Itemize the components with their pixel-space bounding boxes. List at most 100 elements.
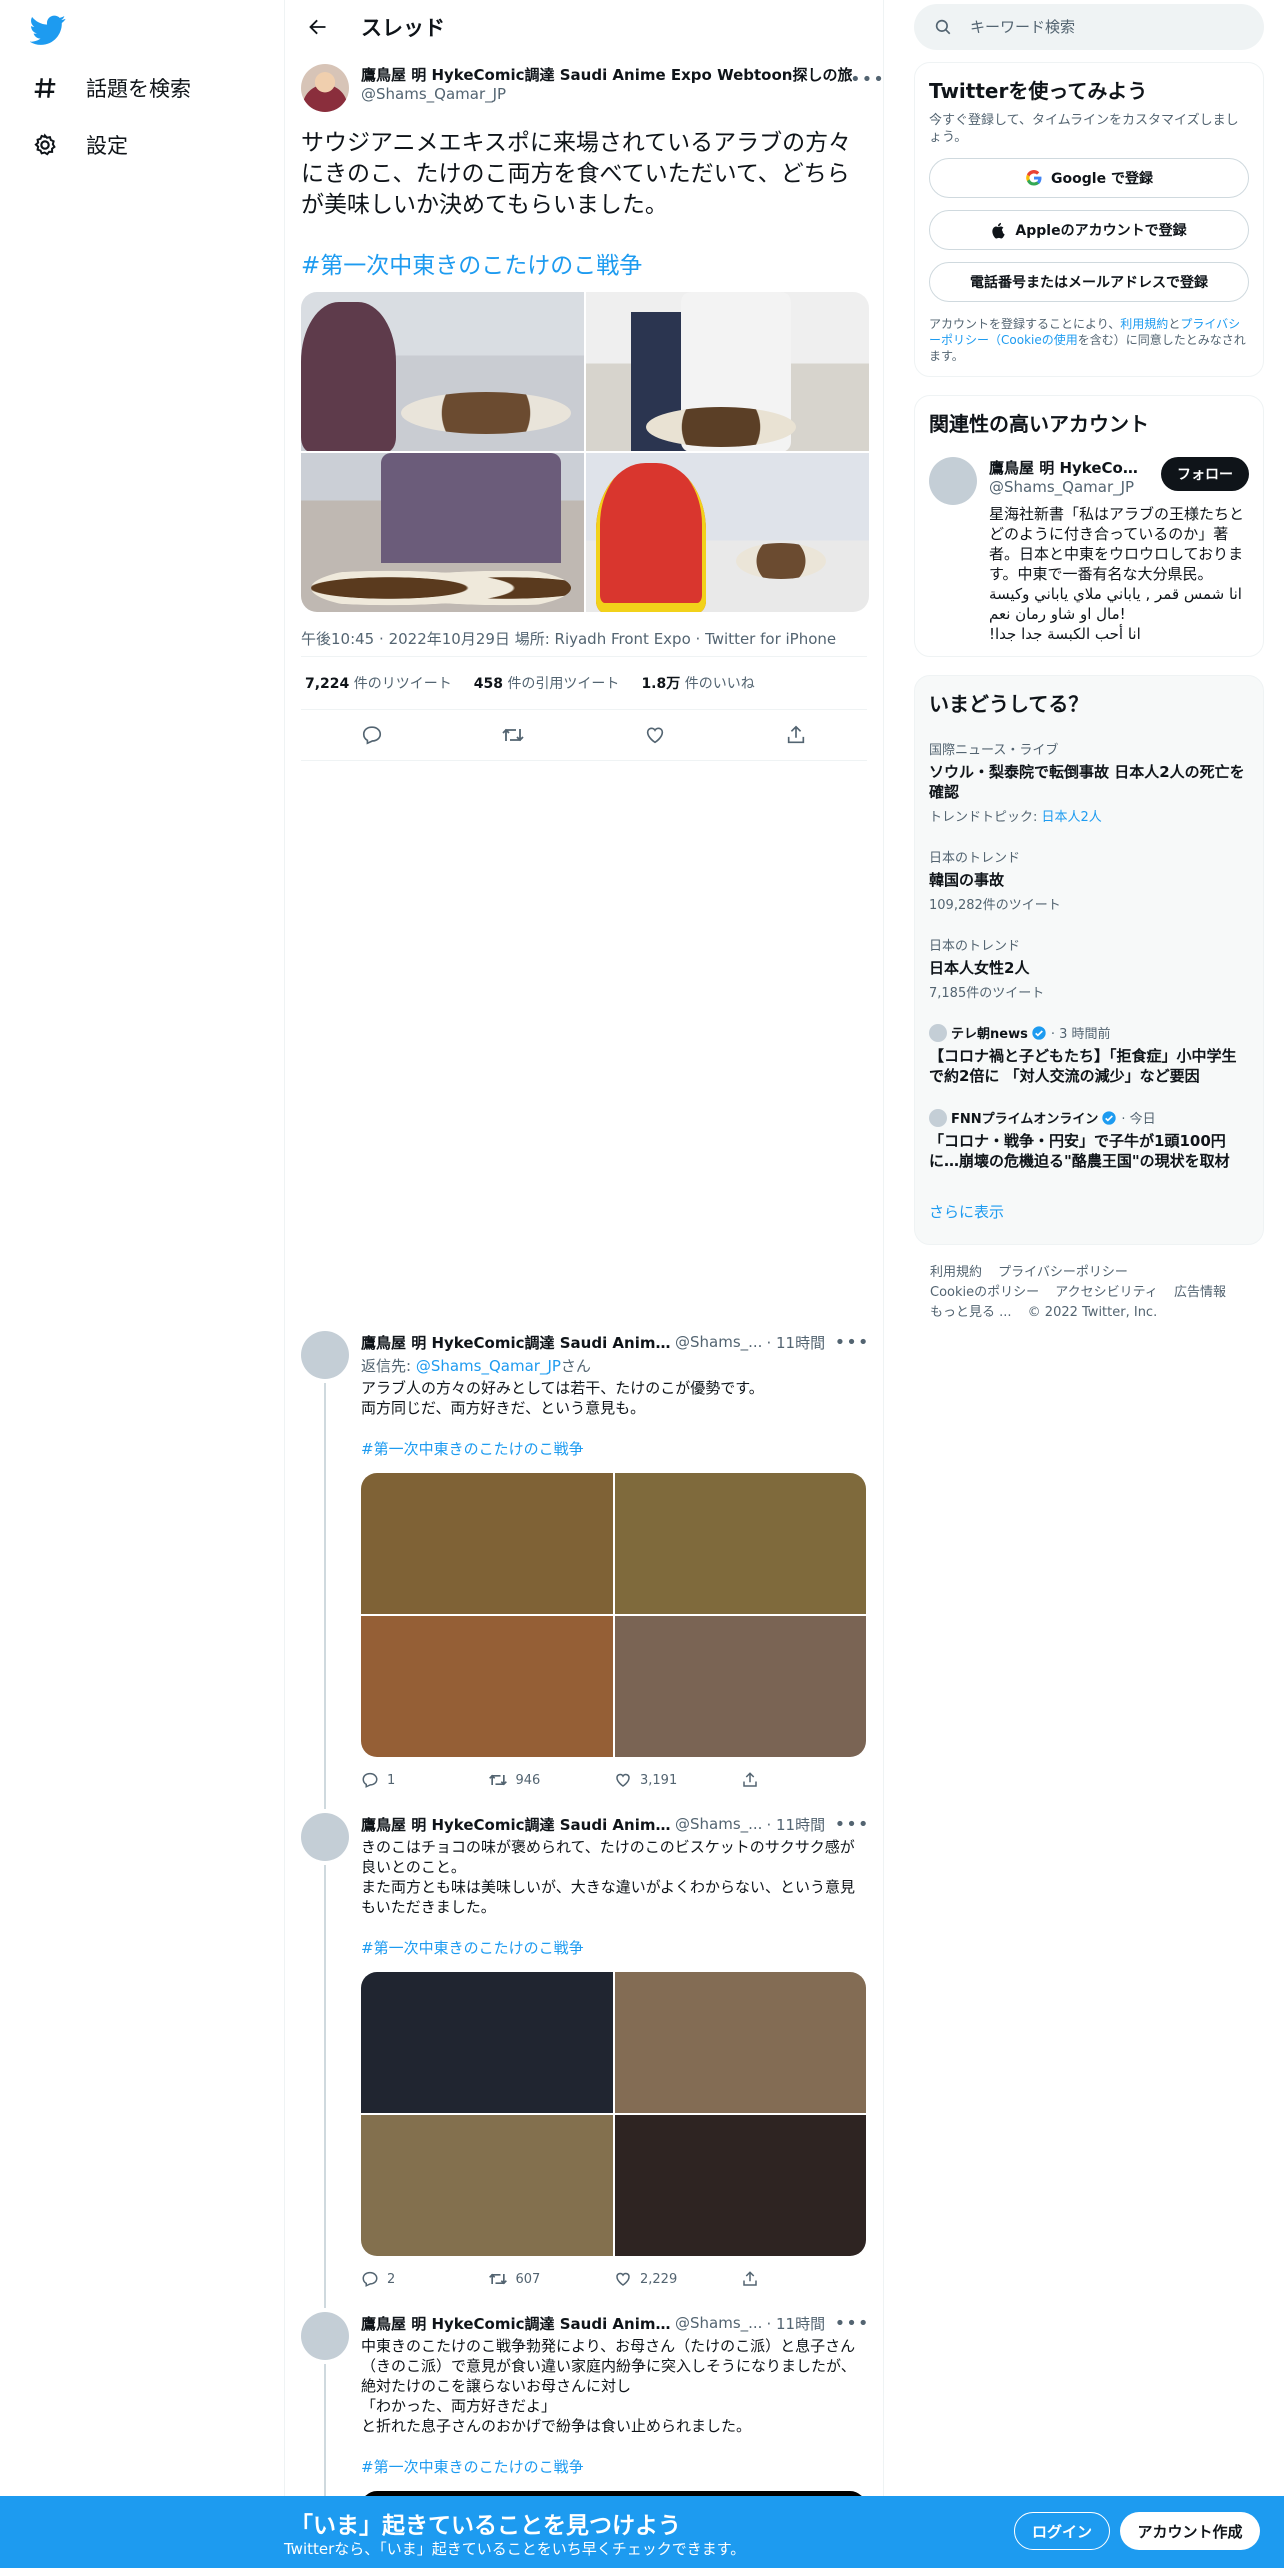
cookie-link[interactable]: Cookieの使用 xyxy=(1001,333,1078,347)
reply-photo[interactable] xyxy=(614,1616,866,1757)
reply-hashtag-link[interactable]: #第一次中東きのこたけのこ戦争 xyxy=(361,1937,867,1958)
reply-button[interactable]: 1 xyxy=(361,1771,488,1789)
tweet-photo[interactable] xyxy=(301,292,584,451)
news-time: · 3 時間前 xyxy=(1050,1027,1111,1042)
blank-area xyxy=(285,761,883,1281)
tweet-date[interactable]: 2022年10月29日 xyxy=(389,630,510,648)
reply-tweet[interactable]: 鷹鳥屋 明 HykeComic調達 Saudi Anime Exp... @Sh… xyxy=(285,1331,883,1809)
login-button[interactable]: ログイン xyxy=(1014,2512,1110,2550)
trend-title: 韓国の事故 xyxy=(929,871,1005,889)
related-account[interactable]: 鷹鳥屋 明 HykeComi... @Shams_Qamar_JP フォロー 星… xyxy=(929,457,1249,644)
nav-settings[interactable]: 設定 xyxy=(30,117,128,173)
like-icon[interactable] xyxy=(637,717,673,753)
reply-photo[interactable] xyxy=(361,1473,613,1614)
meta-separator: · xyxy=(695,630,706,648)
footer-copyright: © 2022 Twitter, Inc. xyxy=(1027,1305,1158,1320)
author-display-name[interactable]: 鷹鳥屋 明 HykeComic調達 Saudi Anime Exp... xyxy=(361,1814,671,1835)
retweet-button[interactable]: 607 xyxy=(488,2269,615,2289)
reply-photo[interactable] xyxy=(614,1473,866,1614)
author-handle[interactable]: @Shams_... xyxy=(675,2314,762,2332)
author-display-name[interactable]: 鷹鳥屋 明 HykeComic調達 Saudi Anime Exp... xyxy=(361,2313,671,2334)
footer-privacy-link[interactable]: プライバシーポリシー xyxy=(998,1265,1128,1280)
google-icon xyxy=(1026,170,1042,186)
likes-stat[interactable]: 1.8万 件のいいね xyxy=(641,673,754,693)
main-column: スレッド 鷹鳥屋 明 HykeComic調達 Saudi Anime Expo … xyxy=(284,0,884,2568)
retweet-icon[interactable] xyxy=(495,717,531,753)
reply-body: 鷹鳥屋 明 HykeComic調達 Saudi Anime Exp... @Sh… xyxy=(361,1331,868,1803)
nav-explore[interactable]: 話題を検索 xyxy=(30,60,191,116)
tweet-location[interactable]: 場所: Riyadh Front Expo xyxy=(515,630,691,648)
news-item[interactable]: テレ朝news · 3 時間前 【コロナ禍と子どもたち】「拒食症」小中学生で約2… xyxy=(929,1023,1249,1086)
footer-accessibility-link[interactable]: アクセシビリティ xyxy=(1055,1285,1158,1300)
more-options-icon[interactable]: ••• xyxy=(835,1327,869,1357)
trend-count: 7,185件のツイート xyxy=(929,986,1045,1001)
reply-photo[interactable] xyxy=(361,1972,613,2113)
reply-hashtag-link[interactable]: #第一次中東きのこたけのこ戦争 xyxy=(361,1438,867,1459)
footer-cookie-link[interactable]: Cookieのポリシー xyxy=(930,1285,1039,1300)
google-signup-button[interactable]: Google で登録 xyxy=(929,158,1249,198)
tweet-source[interactable]: Twitter for iPhone xyxy=(705,630,836,648)
avatar[interactable] xyxy=(301,1813,349,1861)
verified-badge-icon xyxy=(1102,1110,1117,1125)
reply-time[interactable]: · 11時間 xyxy=(766,1814,825,1835)
terms-link[interactable]: 利用規約 xyxy=(1120,317,1168,331)
reply-photo[interactable] xyxy=(614,2115,866,2256)
reply-photo-grid xyxy=(361,1473,866,1757)
share-button[interactable] xyxy=(741,1771,868,1789)
search-box[interactable] xyxy=(914,4,1264,50)
more-options-icon[interactable]: ••• xyxy=(835,2308,869,2338)
like-button[interactable]: 3,191 xyxy=(614,1771,741,1789)
author-handle[interactable]: @Shams_... xyxy=(675,1815,762,1833)
apple-signup-button[interactable]: Appleのアカウントで登録 xyxy=(929,210,1249,250)
reply-time[interactable]: · 11時間 xyxy=(766,2313,825,2334)
author-block[interactable]: 鷹鳥屋 明 HykeComic調達 Saudi Anime Expo Webto… xyxy=(361,64,852,103)
retweet-button[interactable]: 946 xyxy=(488,1770,615,1790)
share-button[interactable] xyxy=(741,2270,868,2288)
phone-email-signup-button[interactable]: 電話番号またはメールアドレスで登録 xyxy=(929,262,1249,302)
related-account-handle[interactable]: @Shams_Qamar_JP xyxy=(989,478,1153,496)
replying-to-handle-link[interactable]: @Shams_Qamar_JP xyxy=(416,1357,561,1375)
avatar[interactable] xyxy=(301,64,349,112)
trend-item[interactable]: 日本のトレンド 日本人女性2人 7,185件のツイート xyxy=(929,935,1249,1001)
reply-photo[interactable] xyxy=(614,1972,866,2113)
trend-item[interactable]: 国際ニュース・ライブ ソウル・梨泰院で転倒事故 日本人2人の死亡を確認 トレンド… xyxy=(929,739,1249,825)
footer-terms-link[interactable]: 利用規約 xyxy=(930,1265,982,1280)
tweet-photo[interactable] xyxy=(586,453,869,612)
author-display-name[interactable]: 鷹鳥屋 明 HykeComic調達 Saudi Anime Exp... xyxy=(361,1332,671,1353)
like-button[interactable]: 2,229 xyxy=(614,2270,741,2288)
news-item[interactable]: FNNプライムオンライン · 今日 「コロナ・戦争・円安」で子牛が1頭100円に… xyxy=(929,1108,1249,1171)
signup-button[interactable]: アカウント作成 xyxy=(1120,2512,1260,2550)
quotes-stat[interactable]: 458 件の引用ツイート xyxy=(474,673,620,693)
tweet-photo[interactable] xyxy=(586,292,869,451)
tweet-photo[interactable] xyxy=(301,453,584,612)
trend-topic-link[interactable]: 日本人2人 xyxy=(1042,810,1102,825)
footer-more-link[interactable]: もっと見る ... xyxy=(930,1305,1012,1320)
avatar[interactable] xyxy=(301,2312,349,2360)
retweets-stat[interactable]: 7,224 件のリツイート xyxy=(305,673,452,693)
follow-button[interactable]: フォロー xyxy=(1161,457,1249,491)
more-options-icon[interactable]: ••• xyxy=(850,64,884,94)
trend-item[interactable]: 日本のトレンド 韓国の事故 109,282件のツイート xyxy=(929,847,1249,913)
reply-time[interactable]: · 11時間 xyxy=(766,1332,825,1353)
avatar[interactable] xyxy=(301,1331,349,1379)
reply-hashtag-link[interactable]: #第一次中東きのこたけのこ戦争 xyxy=(361,2456,867,2477)
more-options-icon[interactable]: ••• xyxy=(835,1809,869,1839)
share-icon[interactable] xyxy=(778,717,814,753)
related-account-name[interactable]: 鷹鳥屋 明 HykeComi... xyxy=(989,457,1153,478)
reply-tweet[interactable]: 鷹鳥屋 明 HykeComic調達 Saudi Anime Exp... @Sh… xyxy=(285,1813,883,2308)
reply-photo[interactable] xyxy=(361,2115,613,2256)
reply-photo[interactable] xyxy=(361,1616,613,1757)
tweet-hashtag-link[interactable]: #第一次中東きのこたけのこ戦争 xyxy=(301,251,867,282)
back-arrow-icon[interactable] xyxy=(301,10,335,44)
twitter-bird-icon[interactable] xyxy=(30,12,66,48)
reply-icon[interactable] xyxy=(354,717,390,753)
footer-ads-link[interactable]: 広告情報 xyxy=(1174,1285,1226,1300)
author-display-name[interactable]: 鷹鳥屋 明 HykeComic調達 Saudi Anime Expo Webto… xyxy=(361,64,852,85)
avatar[interactable] xyxy=(929,457,977,505)
tweet-time[interactable]: 午後10:45 xyxy=(301,630,374,648)
show-more-link[interactable]: さらに表示 xyxy=(929,1201,1249,1232)
reply-button[interactable]: 2 xyxy=(361,2270,488,2288)
author-handle[interactable]: @Shams_... xyxy=(675,1333,762,1351)
search-input[interactable] xyxy=(970,18,1230,36)
author-handle[interactable]: @Shams_Qamar_JP xyxy=(361,85,852,103)
